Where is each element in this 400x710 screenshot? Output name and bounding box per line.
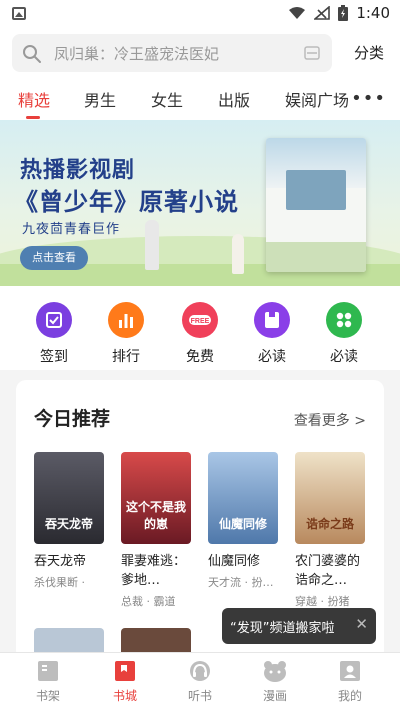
book-item[interactable]: 仙魔同修 仙魔同修 天才流 · 扮… [208,452,280,590]
banner-figure-boy [145,220,159,270]
channel-tabs: 精选 男生 女生 出版 娱阅广场 ••• [0,78,400,120]
quick-action-free[interactable]: FREE 免费 [170,302,230,366]
quick-action-checkin[interactable]: 签到 [24,302,84,366]
book-title: 罪妻难逃：爹地… [121,554,187,588]
tab-female[interactable]: 女生 [151,87,183,111]
book-meta: 天才流 · 扮… [208,576,274,589]
banner-subtitle: 九夜茴青春巨作 [22,222,121,237]
search-header: 凤归巢：冷王盛宠法医妃 分类 [0,28,400,78]
search-input[interactable]: 凤归巢：冷王盛宠法医妃 [12,34,332,72]
book-meta: 杀伐果断 · [34,576,85,589]
no-signal-icon [314,6,331,20]
book-cover: 吞天龙帝 [34,452,104,544]
book-title: 农门婆婆的诰命之… [295,554,361,588]
grid-icon [326,302,362,338]
banner-title-line2: 《曾少年》原著小说 [14,188,239,216]
battery-charging-icon [338,5,349,21]
banner-title-line1: 热播影视剧 [20,158,136,183]
nav-profile[interactable]: 我的 [320,659,380,704]
bookstore-icon [112,659,138,683]
cover-title: 吞天龙帝 [44,517,93,531]
status-icons: 1:40 [288,4,390,22]
active-tab-indicator [26,116,40,119]
nav-label: 书架 [35,689,60,703]
nav-label: 漫画 [262,689,287,703]
bookshelf-icon [35,659,61,683]
quick-action-label: 免费 [186,349,214,365]
scan-icon[interactable] [304,46,320,60]
clock: 1:40 [356,4,390,22]
check-icon [36,302,72,338]
search-icon [23,45,41,63]
quick-action-must-read[interactable]: 必读 [242,302,302,366]
bottom-nav: 书架 书城 听书 漫画 我的 [0,652,400,710]
cover-title: 仙魔同修 [218,517,267,531]
book-title: 吞天龙帝 [34,554,87,569]
book-item[interactable]: 这个不是我的崽 罪妻难逃：爹地… 总裁 · 霸道 [121,452,193,609]
cover-title: 诰命之路 [305,517,354,531]
category-button[interactable]: 分类 [354,42,384,63]
image-notification-icon [12,7,26,20]
close-icon[interactable]: ✕ [355,615,368,633]
tab-entertainment-square[interactable]: 娱阅广场 [285,87,349,111]
book-item[interactable]: 吞天龙帝 吞天龙帝 杀伐果断 · [34,452,106,590]
bookmark-icon [254,302,290,338]
free-icon: FREE [182,302,218,338]
book-item[interactable]: 诰命之路 农门婆婆的诰命之… 穿越 · 扮猪 [295,452,367,609]
banner-view-button[interactable]: 点击查看 [20,246,88,270]
toast-message: “发现”频道搬家啦 [230,621,335,636]
tab-featured[interactable]: 精选 [18,87,50,111]
quick-action-ranking[interactable]: 排行 [96,302,156,366]
more-icon[interactable]: ••• [351,88,386,109]
banner-book-cover [266,138,366,272]
tab-published[interactable]: 出版 [218,87,250,111]
nav-audiobooks[interactable]: 听书 [170,659,230,704]
nav-comics[interactable]: 漫画 [245,659,305,704]
comic-icon [262,659,288,683]
nav-label: 听书 [187,689,212,703]
section-title: 今日推荐 [34,408,111,430]
search-placeholder: 凤归巢：冷王盛宠法医妃 [54,45,220,63]
book-title: 仙魔同修 [208,554,261,569]
nav-label: 书城 [112,689,137,703]
promo-banner[interactable]: 热播影视剧 《曾少年》原著小说 九夜茴青春巨作 点击查看 [0,120,400,286]
book-cover: 这个不是我的崽 [121,452,191,544]
bar-chart-icon [108,302,144,338]
quick-action-must-read-2[interactable]: 必读 [314,302,374,366]
quick-action-label: 签到 [40,349,68,365]
wifi-icon [289,7,306,19]
svg-text:FREE: FREE [191,318,210,325]
status-bar: 1:40 [0,0,400,28]
cover-building [286,170,346,210]
headphones-icon [187,659,213,683]
profile-icon [337,659,363,683]
book-cover: 诰命之路 [295,452,365,544]
see-more-link[interactable]: 查看更多 > [294,410,366,430]
quick-actions: 签到 排行 FREE 免费 必读 必读 [0,286,400,370]
book-cover: 仙魔同修 [208,452,278,544]
quick-action-label: 必读 [330,349,358,365]
book-meta: 穿越 · 扮猪 [295,595,350,608]
nav-bookstore[interactable]: 书城 [95,659,155,704]
quick-action-label: 必读 [258,349,286,365]
nav-label: 我的 [337,689,362,703]
book-meta: 总裁 · 霸道 [121,595,176,608]
cover-grass [266,242,366,272]
nav-bookshelf[interactable]: 书架 [18,659,78,704]
quick-action-label: 排行 [112,349,140,365]
cover-title: 这个不是我的崽 [125,500,186,531]
discover-moved-toast: “发现”频道搬家啦 ✕ [222,608,376,644]
banner-figure-girl [232,234,244,274]
tab-male[interactable]: 男生 [84,87,116,111]
